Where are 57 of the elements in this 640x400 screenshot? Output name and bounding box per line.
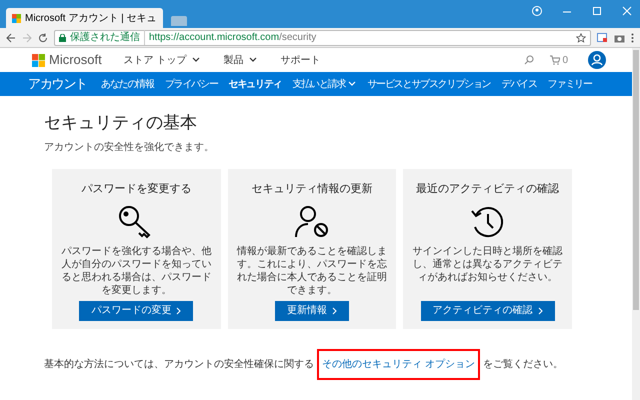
page-title: セキュリティの基本 — [44, 112, 198, 134]
header-menu-item[interactable]: 製品 — [224, 52, 257, 68]
url-text: https://account.microsoft.com/security — [149, 31, 316, 45]
tab-title: Microsoft アカウント | セキュ — [25, 12, 156, 26]
scrollbar[interactable] — [632, 48, 640, 400]
camera-icon[interactable] — [614, 32, 625, 42]
logo-icon — [12, 14, 21, 22]
card-button[interactable]: 更新情報 — [274, 300, 349, 320]
search-icon[interactable] — [524, 55, 534, 65]
footer-text: 基本的な方法については、アカウントの安全性確保に関する — [44, 358, 314, 372]
cart-count: 0 — [562, 54, 568, 68]
reload-icon[interactable] — [38, 32, 48, 42]
star-icon[interactable] — [576, 32, 586, 42]
card-title: パスワードを変更する — [81, 182, 192, 196]
avatar-icon[interactable] — [588, 51, 606, 69]
new-tab-button[interactable] — [170, 16, 186, 26]
address-bar[interactable]: 保護された通信 https://account.microsoft.com/security — [54, 30, 591, 46]
card-description: パスワードを強化する場合や、他人が自分のパスワードを知っていると思われる場合は、パスワードを変更します。 — [60, 245, 212, 298]
nav-tab[interactable]: プライバシー — [164, 76, 218, 92]
nav-tab[interactable]: あなたの情報 — [101, 76, 154, 92]
logo-icon[interactable] — [32, 54, 45, 66]
user-blocked-icon — [294, 205, 330, 239]
back-icon[interactable] — [6, 32, 16, 42]
nav-tab[interactable]: サービスとサブスクリプション — [367, 76, 490, 92]
maximize-icon[interactable] — [592, 6, 602, 16]
cart-icon[interactable] — [550, 55, 560, 65]
card-title: セキュリティ情報の更新 — [251, 182, 372, 196]
card-button[interactable]: アクティビティの確認 — [420, 300, 555, 320]
footer-text: をご覧ください。 — [482, 358, 563, 372]
page-subtitle: アカウントの安全性を強化できます。 — [44, 140, 215, 154]
chevron-icon — [192, 57, 200, 63]
nav-tab[interactable]: 支払いと請求 — [292, 76, 356, 92]
menu-icon[interactable] — [631, 32, 634, 42]
profile-icon[interactable] — [532, 6, 542, 16]
nav-title: アカウント — [28, 75, 88, 94]
header-menu-item[interactable]: ストア トップ — [124, 52, 200, 68]
card-title: 最近のアクティビティの確認 — [416, 182, 560, 196]
card-description: 情報が最新であることを確認します。これにより、パスワードを忘れた場合に本人であることを証明できます。 — [236, 245, 388, 298]
chevron-right-icon — [538, 306, 543, 314]
security-options-link[interactable]: その他のセキュリティ オプション — [322, 358, 475, 370]
browser-tab[interactable]: Microsoft アカウント | セキュ — [6, 8, 162, 28]
lock-icon — [59, 34, 66, 42]
secure-label: 保護された通信 — [70, 30, 145, 45]
chevron-right-icon — [332, 306, 337, 314]
nav-tab[interactable]: セキュリティ — [228, 76, 282, 92]
brand-name: Microsoft — [49, 51, 102, 70]
chevron-right-icon — [176, 306, 182, 314]
chevron-icon — [248, 57, 257, 63]
nav-tab[interactable]: デバイス — [501, 76, 537, 92]
chevron-icon — [348, 81, 356, 87]
nav-tab[interactable]: ファミリー — [548, 76, 592, 92]
history-icon — [470, 205, 506, 239]
card-description: サインインした日時と場所を確認し、通常とは異なるアクティビティがあればお知らせください。 — [412, 245, 564, 285]
header-menu-item[interactable]: サポート — [280, 52, 321, 68]
close-icon[interactable] — [622, 6, 632, 16]
card-button[interactable]: パスワードの変更 — [79, 300, 194, 320]
extension-icon[interactable] — [597, 32, 608, 42]
